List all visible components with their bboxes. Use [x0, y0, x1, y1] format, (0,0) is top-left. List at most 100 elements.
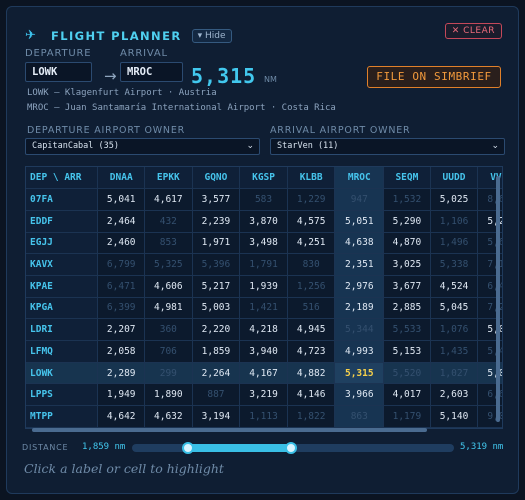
arrival-owner-select[interactable]: StarVen (11) ⌄ — [270, 138, 505, 155]
distance-cell[interactable]: 4,167 — [239, 362, 288, 385]
row-header-mtpp[interactable]: MTPP — [26, 405, 99, 428]
distance-cell[interactable]: 5,290 — [383, 210, 431, 233]
distance-cell[interactable]: 4,632 — [144, 405, 193, 428]
distance-cell[interactable]: 6,471 — [97, 275, 146, 298]
distance-cell[interactable]: 3,219 — [239, 383, 288, 407]
distance-cell[interactable]: 3,677 — [383, 275, 431, 298]
row-header-kavx[interactable]: KAVX — [26, 253, 99, 276]
distance-cell[interactable]: 1,179 — [383, 405, 431, 428]
distance-cell[interactable]: 2,464 — [97, 210, 146, 233]
distance-cell[interactable]: 360 — [144, 318, 193, 341]
distance-cell[interactable]: 2,189 — [334, 297, 385, 320]
distance-cell[interactable]: 4,218 — [239, 318, 288, 341]
row-header-ldri[interactable]: LDRI — [26, 318, 99, 341]
distance-cell[interactable]: 5,338 — [430, 253, 479, 276]
distance-cell[interactable]: 2,264 — [192, 362, 241, 385]
distance-cell[interactable]: 299 — [144, 362, 193, 385]
distance-cell[interactable]: 4,642 — [97, 405, 146, 428]
distance-cell[interactable]: 5,153 — [383, 340, 431, 363]
distance-cell[interactable]: 4,882 — [287, 362, 336, 385]
distance-cell[interactable]: 5,217 — [192, 275, 241, 298]
distance-cell[interactable]: 5,325 — [144, 253, 193, 276]
distance-cell[interactable]: 4,575 — [287, 210, 336, 233]
clear-button[interactable]: ✕ CLEAR — [444, 23, 502, 39]
distance-cell[interactable]: 2,976 — [334, 275, 385, 298]
column-header-mroc[interactable]: MROC — [334, 167, 385, 190]
distance-cell[interactable]: 6,399 — [97, 297, 146, 320]
distance-cell[interactable]: 4,638 — [334, 232, 385, 255]
distance-cell[interactable]: 887 — [192, 383, 241, 407]
distance-cell[interactable]: 1,496 — [430, 232, 479, 255]
distance-cell[interactable]: 3,966 — [334, 383, 385, 407]
distance-cell[interactable]: 853 — [144, 232, 193, 255]
distance-cell[interactable]: 3,870 — [239, 210, 288, 233]
distance-cell[interactable]: 5,315 — [334, 362, 385, 385]
distance-cell[interactable]: 5,140 — [430, 405, 479, 428]
arrival-input[interactable]: MROC — [120, 62, 183, 82]
vertical-scrollbar[interactable] — [496, 176, 500, 422]
distance-cell[interactable]: 4,945 — [287, 318, 336, 341]
distance-cell[interactable]: 4,606 — [144, 275, 193, 298]
row-header-kpae[interactable]: KPAE — [26, 275, 99, 298]
distance-cell[interactable]: 1,027 — [430, 362, 479, 385]
distance-cell[interactable]: 4,017 — [383, 383, 431, 407]
distance-cell[interactable]: 863 — [334, 405, 385, 428]
row-header-lpps[interactable]: LPPS — [26, 383, 99, 407]
distance-cell[interactable]: 5,041 — [97, 188, 146, 211]
distance-cell[interactable]: 2,885 — [383, 297, 431, 320]
distance-cell[interactable]: 1,435 — [430, 340, 479, 363]
distance-cell[interactable]: 1,859 — [192, 340, 241, 363]
column-header-gqno[interactable]: GQNO — [192, 167, 241, 190]
distance-cell[interactable]: 3,577 — [192, 188, 241, 211]
distance-cell[interactable]: 516 — [287, 297, 336, 320]
departure-input[interactable]: LOWK — [25, 62, 92, 82]
distance-cell[interactable]: 1,791 — [239, 253, 288, 276]
distance-cell[interactable]: 2,289 — [97, 362, 146, 385]
row-header-07fa[interactable]: 07FA — [26, 188, 99, 211]
distance-cell[interactable]: 1,939 — [239, 275, 288, 298]
hide-button[interactable]: ▾ Hide — [191, 29, 232, 43]
column-header-kgsp[interactable]: KGSP — [239, 167, 288, 190]
distance-cell[interactable]: 4,146 — [287, 383, 336, 407]
distance-cell[interactable]: 2,058 — [97, 340, 146, 363]
distance-cell[interactable]: 4,251 — [287, 232, 336, 255]
distance-cell[interactable]: 2,460 — [97, 232, 146, 255]
column-header-uudd[interactable]: UUDD — [430, 167, 479, 190]
file-on-simbrief-button[interactable]: FILE ON SIMBRIEF — [367, 66, 501, 88]
row-header-eddf[interactable]: EDDF — [26, 210, 99, 233]
distance-cell[interactable]: 1,113 — [239, 405, 288, 428]
distance-cell[interactable]: 1,949 — [97, 383, 146, 407]
distance-cell[interactable]: 3,498 — [239, 232, 288, 255]
distance-cell[interactable]: 1,822 — [287, 405, 336, 428]
distance-cell[interactable]: 1,421 — [239, 297, 288, 320]
row-header-kpga[interactable]: KPGA — [26, 297, 99, 320]
distance-cell[interactable]: 5,045 — [430, 297, 479, 320]
distance-cell[interactable]: 5,520 — [383, 362, 431, 385]
distance-cell[interactable]: 2,239 — [192, 210, 241, 233]
distance-cell[interactable]: 8,619 — [477, 427, 502, 428]
row-header-lfmq[interactable]: LFMQ — [26, 340, 99, 363]
distance-cell[interactable]: 1,076 — [430, 318, 479, 341]
distance-cell[interactable]: 5,051 — [334, 210, 385, 233]
distance-cell[interactable]: 2,603 — [430, 383, 479, 407]
distance-cell[interactable]: 6,799 — [97, 253, 146, 276]
distance-cell[interactable]: 830 — [287, 253, 336, 276]
distance-cell[interactable]: 3,194 — [192, 405, 241, 428]
row-header-lowk[interactable]: LOWK — [26, 362, 99, 385]
distance-cell[interactable]: 3,025 — [383, 253, 431, 276]
distance-cell[interactable]: 1,229 — [287, 188, 336, 211]
distance-cell[interactable]: 706 — [144, 340, 193, 363]
distance-cell[interactable]: 432 — [144, 210, 193, 233]
distance-cell[interactable]: 2,351 — [334, 253, 385, 276]
departure-owner-select[interactable]: CapitanCabal (35) ⌄ — [25, 138, 260, 155]
distance-cell[interactable]: 4,524 — [430, 275, 479, 298]
distance-cell[interactable]: 4,617 — [144, 188, 193, 211]
column-header-seqm[interactable]: SEQM — [383, 167, 431, 190]
distance-cell[interactable]: 1,532 — [383, 188, 431, 211]
distance-cell[interactable]: 4,723 — [287, 340, 336, 363]
distance-cell[interactable]: 4,981 — [144, 297, 193, 320]
distance-cell[interactable]: 5,025 — [430, 188, 479, 211]
distance-cell[interactable]: 4,870 — [383, 232, 431, 255]
distance-cell[interactable]: 2,207 — [97, 318, 146, 341]
distance-cell[interactable]: 1,890 — [144, 383, 193, 407]
